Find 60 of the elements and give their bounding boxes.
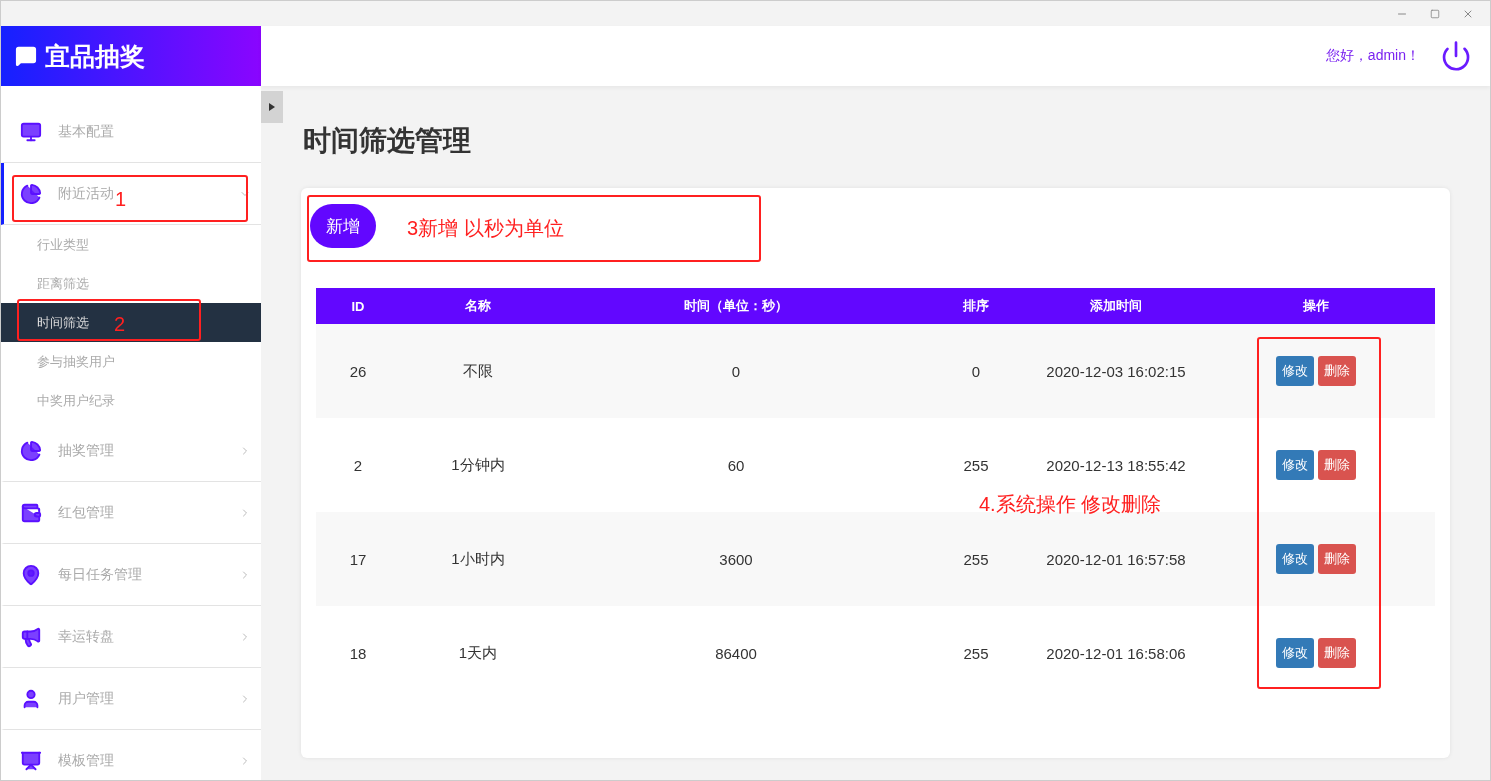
sidebar-label: 每日任务管理 <box>58 565 142 584</box>
column-header: ID <box>316 288 400 324</box>
sidebar-label: 基本配置 <box>58 122 114 141</box>
chat-icon <box>15 45 37 67</box>
edit-button[interactable]: 修改 <box>1275 638 1314 668</box>
column-header: 添加时间 <box>1036 288 1196 324</box>
submenu-item[interactable]: 行业类型 <box>1 225 261 264</box>
delete-button[interactable]: 删除 <box>1317 544 1356 574</box>
delete-button[interactable]: 删除 <box>1317 638 1356 668</box>
table-cell: 17 <box>316 512 400 606</box>
edit-button[interactable]: 修改 <box>1275 544 1314 574</box>
map-pin-icon <box>20 563 42 586</box>
maximize-icon[interactable] <box>1430 8 1440 19</box>
column-header: 时间（单位：秒） <box>556 288 916 324</box>
pie-chart-icon <box>20 182 42 205</box>
submenu-item[interactable]: 中奖用户纪录 <box>1 381 261 420</box>
sidebar-item[interactable]: 用户管理 <box>1 668 261 730</box>
submenu-item[interactable]: 参与抽奖用户 <box>1 342 261 381</box>
presentation-board-icon <box>20 749 42 772</box>
sidebar-item[interactable]: 红包管理 <box>1 482 261 544</box>
wallet-icon <box>20 501 42 524</box>
table-cell: 2020-12-03 16:02:15 <box>1036 324 1196 418</box>
sidebar-item[interactable]: 每日任务管理 <box>1 544 261 606</box>
brand-title: 宜品抽奖 <box>45 40 145 72</box>
delete-button[interactable]: 删除 <box>1317 450 1356 480</box>
megaphone-icon <box>20 625 42 648</box>
column-header: 操作 <box>1196 288 1435 324</box>
sidebar-label: 红包管理 <box>58 503 114 522</box>
table-cell: 不限 <box>400 324 556 418</box>
table-cell: 0 <box>556 324 916 418</box>
sidebar-label: 抽奖管理 <box>58 441 114 460</box>
sidebar-item[interactable]: 抽奖管理 <box>1 420 261 482</box>
annotation-text: 3新增 以秒为单位 <box>407 216 564 241</box>
table-cell: 3600 <box>556 512 916 606</box>
sidebar-label: 附近活动 <box>58 184 114 203</box>
monitor-icon <box>20 120 42 143</box>
sidebar-item[interactable]: 模板管理 <box>1 730 261 780</box>
delete-button[interactable]: 删除 <box>1317 356 1356 386</box>
table-cell: 1小时内 <box>400 512 556 606</box>
submenu-item[interactable]: 距离筛选 <box>1 264 261 303</box>
table-cell: 26 <box>316 324 400 418</box>
column-header: 名称 <box>400 288 556 324</box>
sidebar-label: 模板管理 <box>58 751 114 770</box>
caret-icon <box>269 103 275 111</box>
table-cell: 0 <box>916 324 1036 418</box>
greeting-text: 您好，admin！ <box>1325 47 1420 65</box>
power-icon[interactable] <box>1440 40 1472 72</box>
annotation-text: 1 <box>115 188 127 211</box>
column-header: 排序 <box>916 288 1036 324</box>
add-button[interactable]: 新增 <box>310 204 376 248</box>
annotation-text: 2 <box>114 313 126 336</box>
sidebar-toggle[interactable] <box>261 91 283 123</box>
sidebar-item[interactable]: 幸运转盘 <box>1 606 261 668</box>
pie-chart-icon <box>20 439 42 462</box>
edit-button[interactable]: 修改 <box>1275 450 1314 480</box>
edit-button[interactable]: 修改 <box>1275 356 1314 386</box>
sidebar-label: 用户管理 <box>58 689 114 708</box>
sidebar-label: 幸运转盘 <box>58 627 114 646</box>
page-title: 时间筛选管理 <box>303 124 472 158</box>
sidebar-item[interactable]: 基本配置 <box>1 101 261 163</box>
